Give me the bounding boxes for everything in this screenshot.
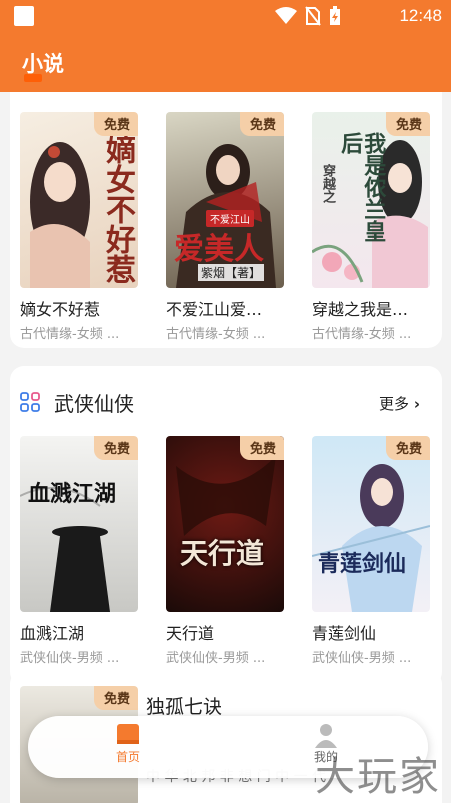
- section-header: 武侠仙侠 更多 ›: [10, 386, 442, 416]
- watermark: 大玩家: [315, 754, 441, 800]
- cover-title: 嫡女不好惹: [100, 134, 135, 284]
- book-row-card: 嫡女不好惹 免费 嫡女不好惹 古代情缘-女频 ... 不爱江山 爱美人 紫烟【著…: [10, 92, 442, 348]
- cover-title: 青莲剑仙: [318, 551, 407, 577]
- cover-subtitle: 穿越之: [320, 164, 335, 203]
- cover-title: 我是侬兰皇后: [337, 132, 387, 242]
- free-badge: 免费: [385, 112, 430, 136]
- cover-title: 爱美人: [174, 232, 264, 267]
- cover-illustration: [176, 456, 276, 536]
- free-badge: 免费: [239, 112, 284, 136]
- book-title: 青莲剑仙: [312, 624, 377, 643]
- book-title: 嫡女不好惹: [20, 300, 101, 319]
- free-badge: 免费: [93, 112, 138, 136]
- book-item[interactable]: 青莲剑仙 免费 青莲剑仙 武侠仙侠-男频 ...: [312, 436, 430, 666]
- book-cover[interactable]: 我是侬兰皇后 穿越之 免费: [312, 112, 430, 288]
- book-category: 古代情缘-女频 ...: [20, 327, 120, 342]
- nav-home[interactable]: 首页: [98, 722, 158, 765]
- status-bar: 12:48: [0, 0, 451, 32]
- book-category: 武侠仙侠-男频 ...: [20, 651, 120, 666]
- book-title: 血溅江湖: [20, 624, 85, 643]
- more-label: 更多: [379, 395, 410, 413]
- more-link[interactable]: 更多 ›: [379, 393, 420, 414]
- book-title: 穿越之我是…: [312, 300, 409, 319]
- status-icons: [275, 6, 341, 26]
- book-category: 武侠仙侠-男频 ...: [166, 651, 266, 666]
- book-item[interactable]: 天行道 免费 天行道 武侠仙侠-男频 ...: [166, 436, 284, 666]
- cover-illustration: [312, 464, 430, 612]
- chevron-right-icon: ›: [413, 395, 420, 413]
- book-cover[interactable]: 嫡女不好惹 免费: [20, 112, 138, 288]
- book-item[interactable]: 我是侬兰皇后 穿越之 免费 穿越之我是… 古代情缘-女频 ...: [312, 112, 430, 342]
- no-sim-icon: [305, 6, 321, 26]
- book-cover[interactable]: 不爱江山 爱美人 紫烟【著】 免费: [166, 112, 284, 288]
- book-category: 古代情缘-女频 ...: [312, 327, 412, 342]
- free-badge: 免费: [385, 436, 430, 460]
- book-title: 独孤七诀: [146, 696, 223, 718]
- app-header: 小说: [0, 32, 451, 92]
- grid-icon: [20, 392, 40, 412]
- nav-home-label: 首页: [115, 750, 140, 764]
- cover-title: 血溅江湖: [28, 481, 117, 507]
- section-title: 武侠仙侠: [54, 392, 134, 416]
- book-item[interactable]: 不爱江山 爱美人 紫烟【著】 免费 不爱江山爱… 古代情缘-女频 ...: [166, 112, 284, 342]
- free-badge: 免费: [93, 686, 138, 710]
- free-badge: 免费: [93, 436, 138, 460]
- book-cover[interactable]: 血溅江湖 免费: [20, 436, 138, 612]
- book-item[interactable]: 血溅江湖 免费 血溅江湖 武侠仙侠-男频 ...: [20, 436, 138, 666]
- free-badge: 免费: [239, 436, 284, 460]
- book-cover[interactable]: 天行道 免费: [166, 436, 284, 612]
- book-category: 古代情缘-女频 ...: [166, 327, 266, 342]
- book-title: 不爱江山爱…: [166, 300, 263, 319]
- book-category: 武侠仙侠-男频 ...: [312, 651, 412, 666]
- battery-icon: [330, 6, 340, 25]
- clock: 12:48: [399, 6, 442, 25]
- book-cover[interactable]: 青莲剑仙 免费: [312, 436, 430, 612]
- wifi-icon: [275, 7, 297, 24]
- cover-illustration: [20, 487, 110, 612]
- cover-author: 紫烟【著】: [198, 264, 265, 281]
- book-icon: [117, 724, 139, 744]
- page-title: 小说: [22, 52, 64, 76]
- notification-icon: [14, 6, 34, 26]
- book-item[interactable]: 嫡女不好惹 免费 嫡女不好惹 古代情缘-女频 ...: [20, 112, 138, 342]
- cover-title: 天行道: [180, 537, 265, 570]
- book-title: 天行道: [166, 624, 215, 643]
- section-card-wuxia: 武侠仙侠 更多 › 血溅江湖 免费 血溅江湖 武侠仙侠-男频 ... 天行道 免…: [10, 366, 442, 686]
